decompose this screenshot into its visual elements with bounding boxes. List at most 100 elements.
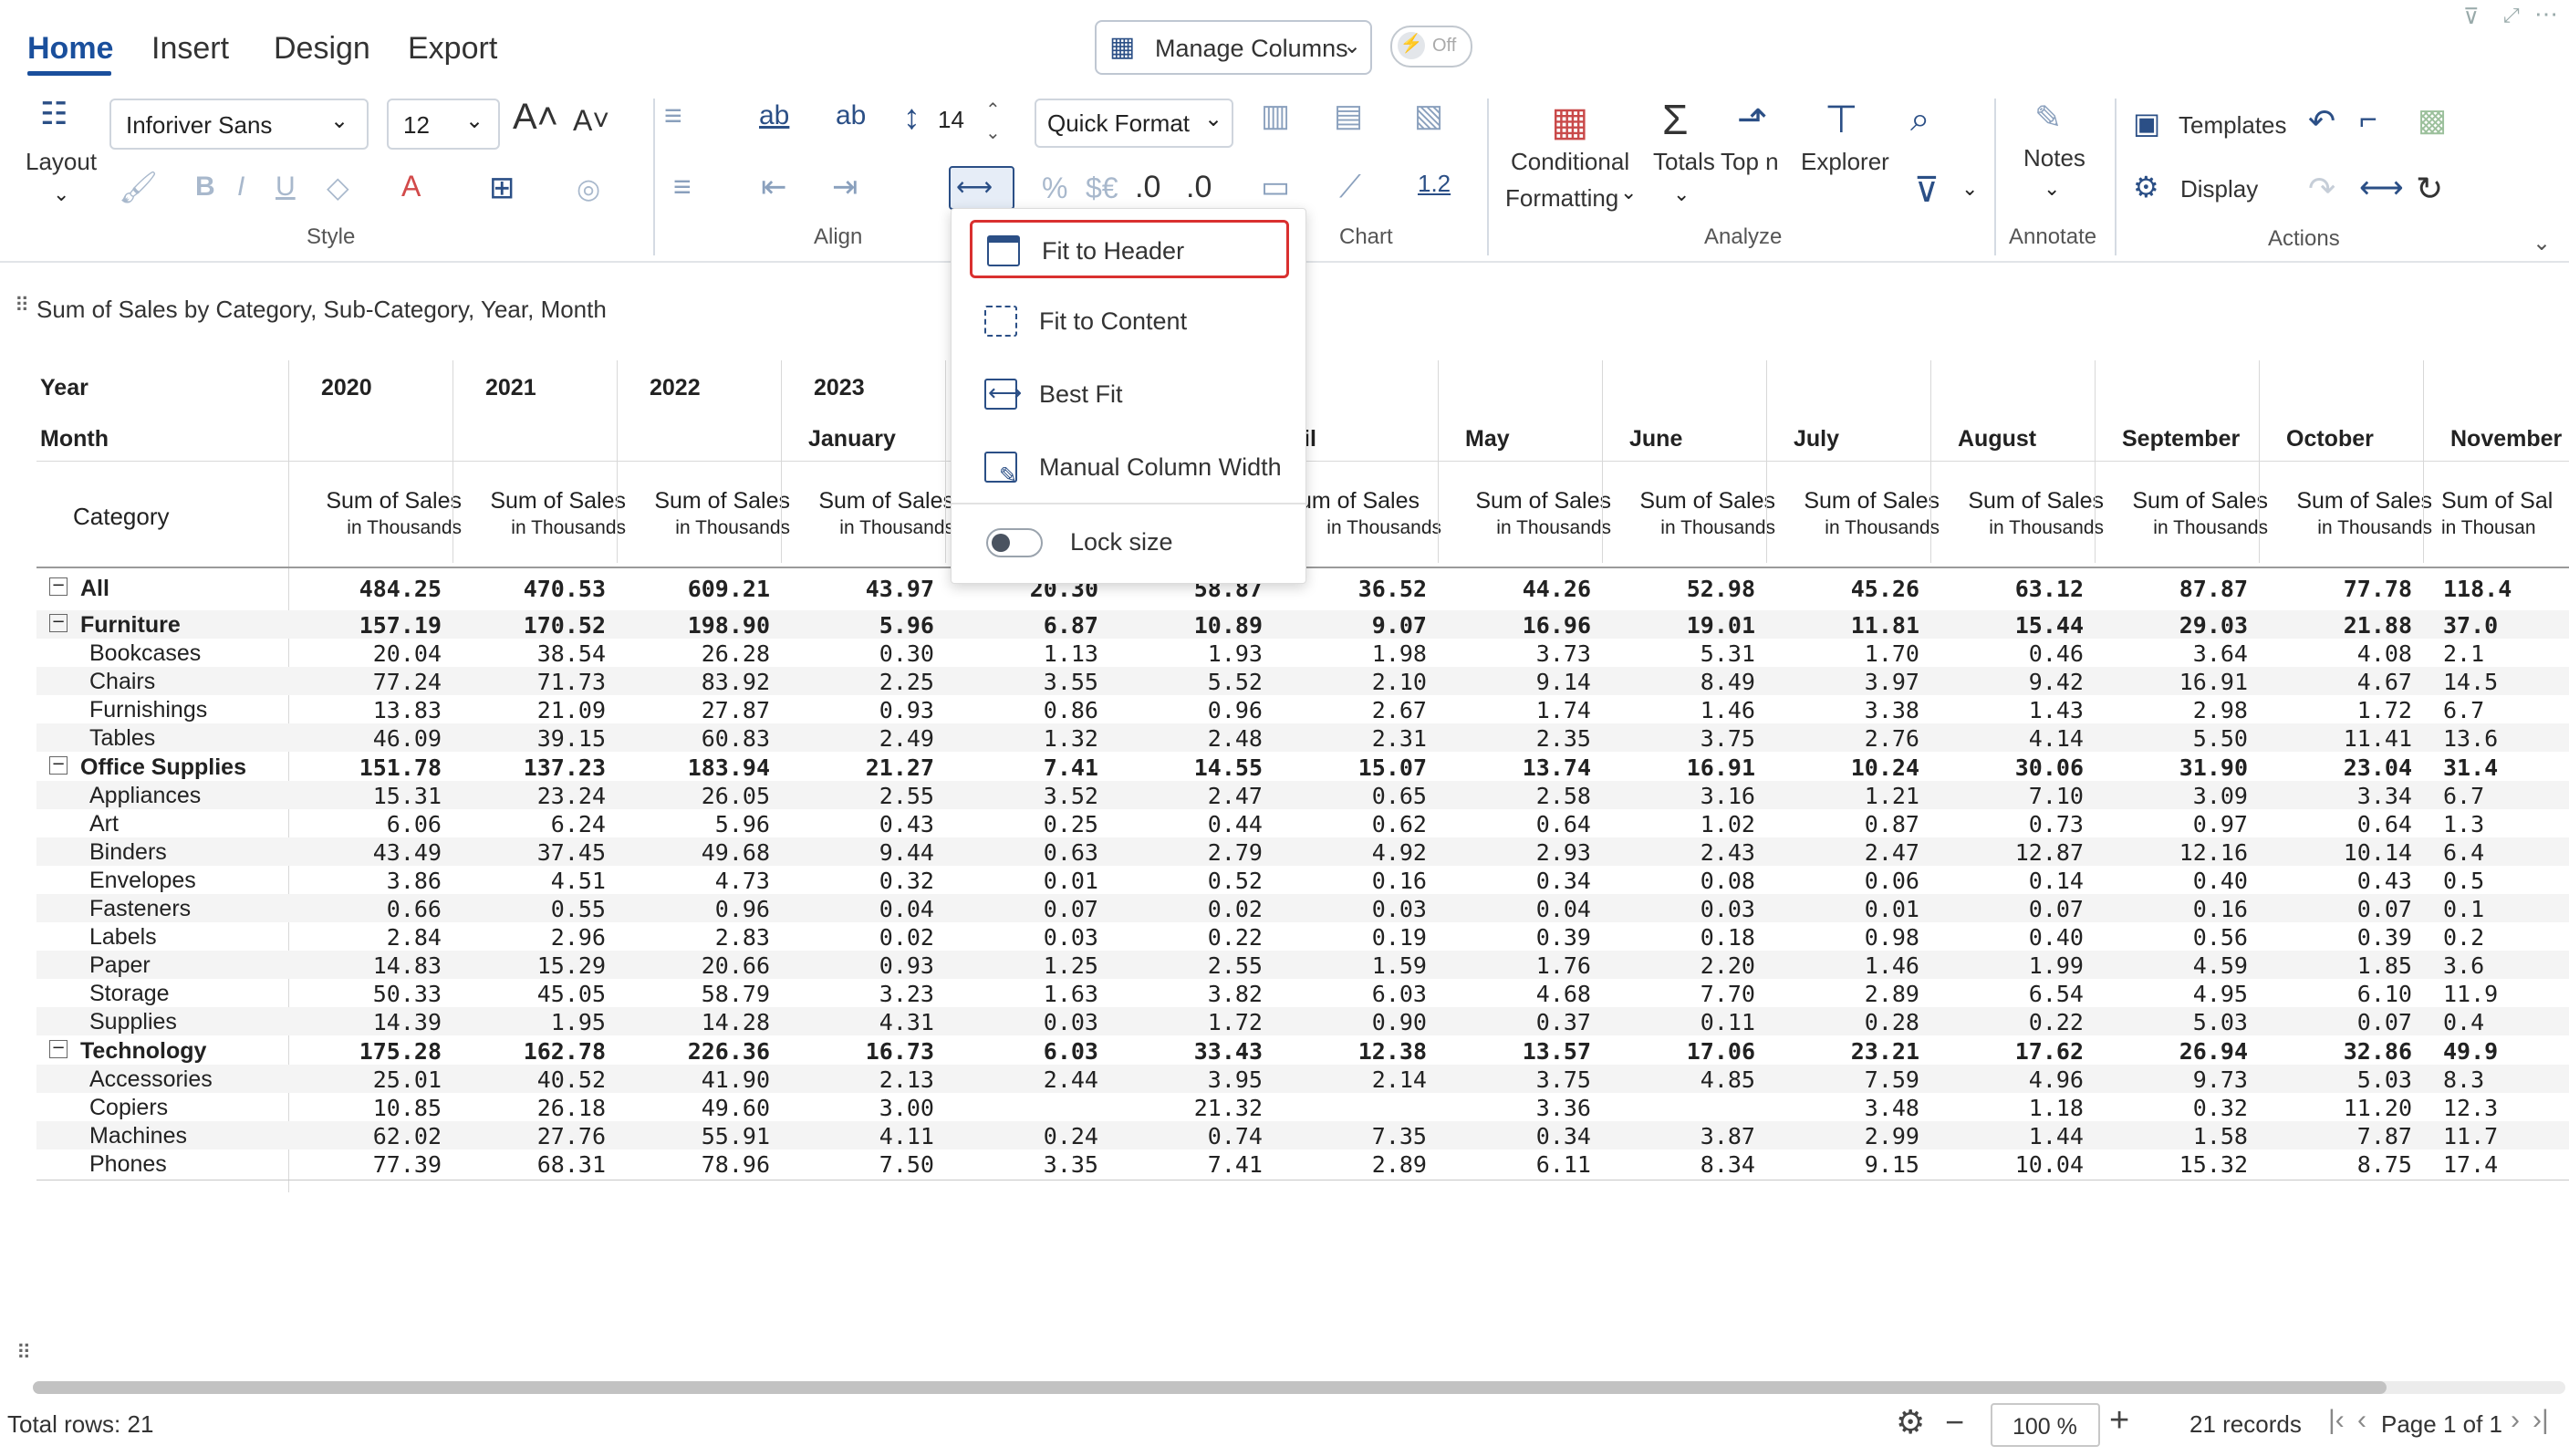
cell-value[interactable]: 6.4	[2443, 839, 2569, 866]
cell-value[interactable]: 37.0	[2443, 612, 2569, 639]
cell-value[interactable]: 1.46	[1600, 697, 1755, 723]
cell-value[interactable]: 78.96	[615, 1151, 770, 1178]
filter-icon[interactable]: ⊽	[2463, 4, 2480, 30]
cell-value[interactable]: 0.86	[943, 697, 1098, 723]
font-grow-icon[interactable]: A˄	[513, 97, 558, 138]
cell-value[interactable]: 2.99	[1764, 1123, 1919, 1149]
cell-value[interactable]: 10.89	[1108, 612, 1263, 639]
cell-value[interactable]: 9.73	[2093, 1066, 2248, 1093]
excel-icon[interactable]: ▩	[2418, 102, 2447, 139]
collapse-icon[interactable]: −	[49, 614, 68, 632]
cell-value[interactable]: 45.26	[1764, 576, 1919, 602]
table-row[interactable]: Phones 77.39 68.31 78.96 7.50 3.35 7.41 2.89 6.1…	[36, 1149, 2569, 1178]
cell-value[interactable]: 11.9	[2443, 981, 2569, 1007]
cell-value[interactable]: 3.38	[1764, 697, 1919, 723]
cell-value[interactable]: 1.13	[943, 640, 1098, 667]
cell-value[interactable]: 10.85	[286, 1095, 442, 1121]
collapse-icon[interactable]: −	[49, 755, 68, 775]
year-label[interactable]: 2020	[321, 375, 372, 401]
cell-value[interactable]: 0.39	[2257, 924, 2412, 951]
cell-value[interactable]: 87.87	[2093, 576, 2248, 602]
cell-value[interactable]: 3.64	[2093, 640, 2248, 667]
month-label[interactable]: June	[1629, 426, 1682, 452]
wrap-text-button[interactable]: ab	[759, 100, 789, 131]
cell-value[interactable]: 3.75	[1600, 725, 1755, 752]
cell-value[interactable]: 2.89	[1764, 981, 1919, 1007]
display-label[interactable]: Display	[2180, 175, 2258, 203]
refresh-icon[interactable]: ↻	[2416, 170, 2443, 208]
best-fit-option[interactable]: ⟷ Best Fit	[970, 366, 1289, 424]
ruler-icon[interactable]: ⌐	[2359, 102, 2377, 138]
cell-value[interactable]: 43.49	[286, 839, 442, 866]
cell-value[interactable]: 31.90	[2093, 754, 2248, 781]
cell-value[interactable]: 0.39	[1436, 924, 1591, 951]
cell-value[interactable]: 2.31	[1272, 725, 1427, 752]
scrollbar-thumb[interactable]	[33, 1381, 2387, 1394]
cell-value[interactable]: 3.36	[1436, 1095, 1591, 1121]
cell-value[interactable]: 26.94	[2093, 1038, 2248, 1065]
format-painter-icon[interactable]: 🖌	[119, 170, 158, 206]
percent-button[interactable]: %	[1042, 172, 1067, 205]
more-icon[interactable]: ⋯	[2534, 0, 2558, 28]
cell-value[interactable]: 2.55	[779, 783, 934, 809]
font-family-select[interactable]: Inforiver Sans ⌄	[109, 99, 369, 150]
cell-value[interactable]: 0.02	[1108, 896, 1263, 922]
cell-value[interactable]: 2.84	[286, 924, 442, 951]
zoom-out-icon[interactable]: −	[1945, 1403, 1964, 1441]
cell-value[interactable]: 0.93	[779, 952, 934, 979]
cell-value[interactable]: 0.16	[2093, 896, 2248, 922]
redo-icon[interactable]: ↷	[2308, 170, 2335, 208]
cell-value[interactable]: 15.32	[2093, 1151, 2248, 1178]
cell-value[interactable]: 21.32	[1108, 1095, 1263, 1121]
search-icon[interactable]: ⌕	[1910, 100, 1929, 140]
cell-value[interactable]: 0.5	[2443, 868, 2569, 894]
cell-value[interactable]: 0.30	[779, 640, 934, 667]
cell-value[interactable]: 10.04	[1929, 1151, 2084, 1178]
table-row[interactable]: Binders 43.49 37.45 49.68 9.44 0.63 2.79 4.92 2.…	[36, 837, 2569, 866]
cell-value[interactable]: 0.4	[2443, 1009, 2569, 1035]
cell-value[interactable]: 8.75	[2257, 1151, 2412, 1178]
table-row[interactable]: Furnishings 13.83 21.09 27.87 0.93 0.86 0.96 2.…	[36, 695, 2569, 723]
cell-value[interactable]: 14.39	[286, 1009, 442, 1035]
chart-variance-icon[interactable]: ▧	[1414, 100, 1443, 131]
cell-value[interactable]: 0.63	[943, 839, 1098, 866]
cell-value[interactable]: 0.65	[1272, 783, 1427, 809]
cell-value[interactable]: 0.08	[1600, 868, 1755, 894]
month-label[interactable]: July	[1794, 426, 1839, 452]
cell-value[interactable]: 6.87	[943, 612, 1098, 639]
cell-value[interactable]: 77.78	[2257, 576, 2412, 602]
top-n-icon[interactable]: ⬏	[1737, 99, 1767, 140]
cell-value[interactable]: 2.35	[1436, 725, 1591, 752]
cell-value[interactable]: 2.25	[779, 669, 934, 695]
cell-value[interactable]: 6.7	[2443, 783, 2569, 809]
cell-value[interactable]: 63.12	[1929, 576, 2084, 602]
cell-value[interactable]: 4.08	[2257, 640, 2412, 667]
year-label[interactable]: 2021	[485, 375, 536, 401]
cell-value[interactable]: 0.52	[1108, 868, 1263, 894]
cell-value[interactable]: 32.86	[2257, 1038, 2412, 1065]
cell-value[interactable]: 2.47	[1108, 783, 1263, 809]
month-label[interactable]: November	[2450, 426, 2562, 452]
cell-value[interactable]: 6.06	[286, 811, 442, 837]
cell-value[interactable]: 77.39	[286, 1151, 442, 1178]
cell-value[interactable]: 7.59	[1764, 1066, 1919, 1093]
cell-value[interactable]: 1.25	[943, 952, 1098, 979]
cell-value[interactable]: 11.7	[2443, 1123, 2569, 1149]
cell-value[interactable]: 470.53	[451, 576, 606, 602]
cell-value[interactable]: 7.10	[1929, 783, 2084, 809]
totals-label[interactable]: Totals	[1653, 148, 1715, 176]
cell-value[interactable]: 9.42	[1929, 669, 2084, 695]
cell-value[interactable]: 0.16	[1272, 868, 1427, 894]
cell-value[interactable]: 7.35	[1272, 1123, 1427, 1149]
fill-color-icon[interactable]: ◇	[327, 170, 349, 204]
cell-value[interactable]: 6.24	[451, 811, 606, 837]
font-size-select[interactable]: 12 ⌄	[387, 99, 500, 150]
cell-value[interactable]: 0.66	[286, 896, 442, 922]
cell-value[interactable]: 2.96	[451, 924, 606, 951]
cell-value[interactable]: 0.56	[2093, 924, 2248, 951]
templates-icon[interactable]: ▣	[2133, 106, 2160, 140]
cell-value[interactable]: 0.32	[779, 868, 934, 894]
align-center-icon[interactable]: ≡	[673, 172, 692, 203]
chevron-down-icon[interactable]: ⌄	[2044, 177, 2060, 201]
undo-icon[interactable]: ↶	[2308, 102, 2335, 140]
